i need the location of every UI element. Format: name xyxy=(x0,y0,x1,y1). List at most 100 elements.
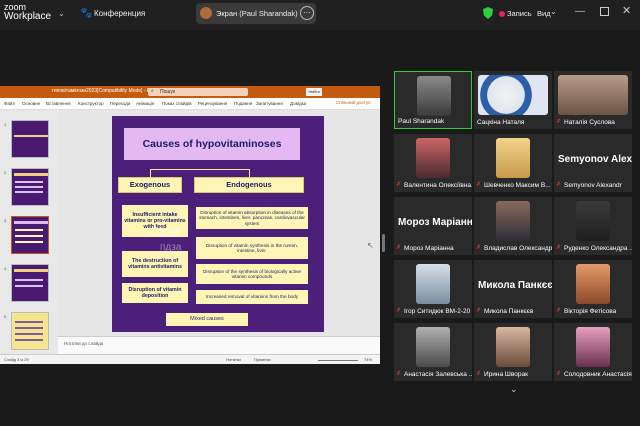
participant-photo xyxy=(416,138,450,178)
ppt-signin-button[interactable]: Увійти xyxy=(306,88,322,96)
participant-video xyxy=(558,75,628,115)
participant-name: Semyonov Alexandr xyxy=(564,182,622,189)
ppt-ribbon: Файл Основне Вставлення Конструктор Пере… xyxy=(0,98,380,110)
shield-icon[interactable] xyxy=(483,7,493,19)
ribbon-tab-slideshow[interactable]: Показ слайдів xyxy=(162,101,191,106)
slide-counter: Слайд 3 із 29 xyxy=(4,357,29,362)
participant-tile[interactable]: ✗ Шевченко Максим В... xyxy=(474,134,552,192)
mic-muted-icon: ✗ xyxy=(476,308,482,314)
endogenous-item: Increased removal of vitamins from the b… xyxy=(196,290,308,304)
thumb-number: 2 xyxy=(4,170,7,175)
participant-name: Валентина Олексіївна... xyxy=(404,182,472,189)
minimize-icon[interactable]: — xyxy=(575,6,585,17)
slide-thumbnail[interactable] xyxy=(11,264,49,302)
participant-tile[interactable]: ✗ Ігор Ситидюк ВМ-2-20 xyxy=(394,260,472,318)
maximize-icon[interactable] xyxy=(600,7,609,16)
gallery-scroll-down-icon[interactable]: ⌄ xyxy=(510,384,518,395)
participant-tile[interactable]: ✗ Валентина Олексіївна... xyxy=(394,134,472,192)
participant-tile[interactable]: Мороз Маріанна ✗ Мороз Маріанна xyxy=(394,197,472,255)
more-options-icon[interactable]: ⋯ xyxy=(300,6,314,20)
slide-thumbnail[interactable] xyxy=(11,312,49,350)
thumb-number: 4 xyxy=(4,266,7,271)
mic-muted-icon: ✗ xyxy=(476,371,482,377)
participant-tile[interactable]: Paul Sharandak xyxy=(394,71,472,129)
participant-tile[interactable]: ✗ Владислав Олександр... xyxy=(474,197,552,255)
zoom-workplace-logo[interactable]: zoom Workplace xyxy=(4,2,51,22)
slide-thumbnail[interactable] xyxy=(11,168,49,206)
recording-label[interactable]: Запись xyxy=(507,9,532,18)
paw-icon: 🐾 xyxy=(80,8,93,19)
endogenous-box: Endogenous xyxy=(194,177,304,193)
participant-tile[interactable]: ✗ Наталія Суслова xyxy=(554,71,632,129)
ribbon-tab-review[interactable]: Рецензування xyxy=(198,101,227,106)
notes-toggle[interactable]: Нотатки xyxy=(226,357,241,362)
screen-share-indicator[interactable]: Экран (Paul Sharandak) ⋯ xyxy=(196,3,316,24)
participant-name: Анастасія Залевська ... xyxy=(404,371,472,378)
close-icon[interactable]: ✕ xyxy=(622,4,631,17)
slide-thumbnail-selected[interactable] xyxy=(11,216,49,254)
connector-line xyxy=(150,169,250,170)
participant-tile[interactable]: ✗ Солодовник Анастасія... xyxy=(554,323,632,381)
participant-tile[interactable]: Микола Панкєєв ✗ Микола Панкєєв xyxy=(474,260,552,318)
top-bar: zoom Workplace ⌄ 🐾 Конференция Экран (Pa… xyxy=(0,0,640,30)
participant-name: Наталія Суслова xyxy=(564,119,615,126)
participant-tile[interactable]: ✗ Ирина Шворак xyxy=(474,323,552,381)
record-dot-icon xyxy=(499,11,505,17)
notes-pane[interactable]: Нотатки до слайда xyxy=(58,336,380,354)
view-button[interactable]: Вид xyxy=(537,9,551,18)
ribbon-tab-design[interactable]: Конструктор xyxy=(78,101,104,106)
split-handle[interactable] xyxy=(382,234,385,252)
zoom-level[interactable]: 74% xyxy=(364,357,372,362)
participant-name: Ігор Ситидюк ВМ-2-20 xyxy=(404,308,471,315)
participant-name: Микола Панкєєв xyxy=(484,308,534,315)
ribbon-tab-file[interactable]: Файл xyxy=(4,101,15,106)
chevron-down-icon[interactable]: ⌄ xyxy=(58,9,65,18)
comments-toggle[interactable]: Примітки xyxy=(254,357,271,362)
participant-tile[interactable]: ✗ Вікторія Фетісова xyxy=(554,260,632,318)
zoom-slider[interactable] xyxy=(318,360,358,361)
participant-display-name: Мороз Маріанна xyxy=(398,217,472,228)
ribbon-tab-help[interactable]: Довідка xyxy=(290,101,306,106)
ribbon-tab-animation[interactable]: Анімація xyxy=(136,101,154,106)
connector-line xyxy=(150,169,151,177)
participant-photo xyxy=(496,201,530,241)
zoom-window: zoom Workplace ⌄ 🐾 Конференция Экран (Pa… xyxy=(0,0,640,426)
brand-line-2: Workplace xyxy=(4,11,52,22)
ribbon-tab-ask[interactable]: Запитування xyxy=(256,101,283,106)
mic-muted-icon: ✗ xyxy=(476,245,482,251)
ppt-title-bar: гиповітамінози2023[Compatibility Mode] -… xyxy=(0,86,380,98)
ribbon-tab-transitions[interactable]: Переходи xyxy=(110,101,130,106)
ribbon-tab-view[interactable]: Подання xyxy=(234,101,252,106)
overlay-ghost-text: Clost xyxy=(150,224,180,239)
participant-name: Paul Sharandak xyxy=(398,118,445,125)
thumb-number: 3 xyxy=(4,218,7,223)
ppt-search-box[interactable]: ⌕ Пошук xyxy=(148,88,248,96)
screen-share-label: Экран (Paul Sharandak) xyxy=(216,9,298,18)
participant-video xyxy=(478,75,548,115)
share-button[interactable]: Спільний доступ xyxy=(336,100,371,105)
participant-tile[interactable]: ✗ Руденко Олександра ... xyxy=(554,197,632,255)
participant-display-name: Semyonov Alex... xyxy=(558,154,632,165)
mic-muted-icon: ✗ xyxy=(396,371,402,377)
participant-name: Шевченко Максим В... xyxy=(484,182,551,189)
participant-tile[interactable]: ✗ Анастасія Залевська ... xyxy=(394,323,472,381)
cursor-icon: ↖ xyxy=(367,241,374,250)
participant-tile[interactable]: Semyonov Alex... ✗ Semyonov Alexandr xyxy=(554,134,632,192)
participant-display-name: Микола Панкєєв xyxy=(478,280,552,291)
slide-thumbnail[interactable] xyxy=(11,120,49,158)
participant-tile[interactable]: Сацкіна Наталя xyxy=(474,71,552,129)
ribbon-tab-insert[interactable]: Вставлення xyxy=(46,101,71,106)
slide-thumbnails: 1 2 3 4 5 xyxy=(0,110,58,354)
ppt-status-bar: Слайд 3 із 29 Нотатки Примітки 74% xyxy=(0,354,380,364)
mic-muted-icon: ✗ xyxy=(556,308,562,314)
participant-photo xyxy=(496,327,530,367)
view-chevron-icon[interactable]: ⌄ xyxy=(550,7,557,16)
presenter-avatar xyxy=(200,7,212,19)
connector-line xyxy=(249,169,250,177)
conference-label[interactable]: Конференция xyxy=(94,9,145,18)
exogenous-item: Disruption of vitamin deposition xyxy=(122,283,188,303)
ribbon-tab-home[interactable]: Основне xyxy=(22,101,40,106)
participant-photo xyxy=(576,201,610,241)
participant-photo xyxy=(496,138,530,178)
participant-video xyxy=(417,76,451,116)
